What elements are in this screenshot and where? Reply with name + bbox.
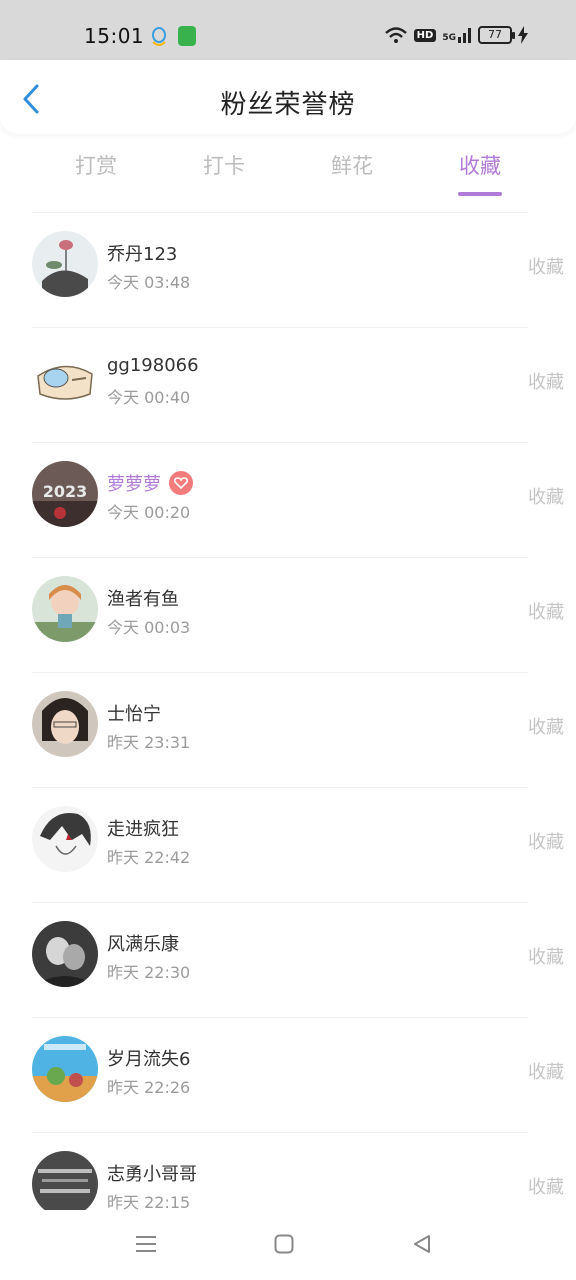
fan-name: 萝萝萝 <box>107 474 161 495</box>
fan-list-item[interactable]: 岁月流失6 昨天 22:26 收藏 <box>32 1017 564 1132</box>
fan-list: 乔丹123 今天 03:48 收藏 gg198066 今天 00:40 收藏 2… <box>0 212 576 1247</box>
fan-name: 走进疯狂 <box>107 819 179 840</box>
tab-favorites-label: 收藏 <box>459 154 501 178</box>
fan-action-label: 收藏 <box>528 372 564 393</box>
avatar[interactable] <box>32 346 98 412</box>
status-bar: 15:01 HD 5G 77 <box>0 0 576 60</box>
avatar[interactable] <box>32 1036 98 1102</box>
page-title: 粉丝荣誉榜 <box>220 90 356 120</box>
qq-notification-icon <box>152 27 166 46</box>
home-square-icon <box>274 1234 294 1254</box>
fan-list-item[interactable]: 渔者有鱼 今天 00:03 收藏 <box>32 557 564 672</box>
fan-time: 今天 00:40 <box>107 388 191 407</box>
menu-button[interactable] <box>126 1228 166 1260</box>
tab-tips[interactable]: 打赏 <box>56 150 136 180</box>
fan-action-label: 收藏 <box>528 1177 564 1198</box>
header: 粉丝荣誉榜 <box>0 60 576 134</box>
avatar[interactable]: 2023 <box>32 461 98 527</box>
active-tab-indicator <box>458 192 502 196</box>
tab-bar: 打赏 打卡 鲜花 收藏 <box>32 144 544 200</box>
fan-list-item[interactable]: 风满乐康 昨天 22:30 收藏 <box>32 902 564 1017</box>
avatar[interactable] <box>32 231 98 297</box>
tab-checkin[interactable]: 打卡 <box>184 150 264 180</box>
tab-flowers[interactable]: 鲜花 <box>312 150 392 180</box>
tab-favorites[interactable]: 收藏 <box>440 150 520 196</box>
fan-name: gg198066 <box>107 355 199 376</box>
fan-time: 昨天 22:30 <box>107 963 191 982</box>
system-nav-bar <box>0 1210 576 1280</box>
fan-action-label: 收藏 <box>528 487 564 508</box>
fan-name-row: gg198066 <box>107 355 199 376</box>
fan-time: 昨天 22:26 <box>107 1078 191 1097</box>
fan-list-item[interactable]: 走进疯狂 昨天 22:42 收藏 <box>32 787 564 902</box>
fan-name: 渔者有鱼 <box>107 589 179 610</box>
status-time: 15:01 <box>84 24 145 48</box>
fan-name: 岁月流失6 <box>107 1049 191 1070</box>
fan-time: 昨天 23:31 <box>107 733 191 752</box>
fan-list-item[interactable]: 士怡宁 昨天 23:31 收藏 <box>32 672 564 787</box>
fan-name: 风满乐康 <box>107 934 179 955</box>
fan-list-item[interactable]: 乔丹123 今天 03:48 收藏 <box>32 212 564 327</box>
fan-list-item[interactable]: 2023 萝萝萝 今天 00:20 收藏 <box>32 442 564 557</box>
avatar[interactable] <box>32 921 98 987</box>
fan-name-row: 志勇小哥哥 <box>107 1160 197 1186</box>
fan-name-row: 萝萝萝 <box>107 470 193 496</box>
battery-icon: 77 <box>478 26 515 44</box>
fan-action-label: 收藏 <box>528 832 564 853</box>
fan-time: 今天 00:20 <box>107 503 191 522</box>
fan-action-label: 收藏 <box>528 1062 564 1083</box>
network-type: 5G <box>442 33 456 43</box>
fan-list-item[interactable]: gg198066 今天 00:40 收藏 <box>32 327 564 442</box>
charging-icon <box>518 26 528 44</box>
fan-time: 今天 00:03 <box>107 618 191 637</box>
menu-icon <box>136 1236 156 1252</box>
fan-name-row: 乔丹123 <box>107 240 177 266</box>
fan-name-row: 渔者有鱼 <box>107 585 179 611</box>
app-notification-icon <box>178 26 196 46</box>
fan-time: 今天 03:48 <box>107 273 191 292</box>
vip-heart-badge-icon <box>169 471 193 495</box>
fan-name-row: 风满乐康 <box>107 930 179 956</box>
fan-action-label: 收藏 <box>528 257 564 278</box>
svg-text:2023: 2023 <box>43 482 88 501</box>
avatar[interactable] <box>32 576 98 642</box>
avatar[interactable] <box>32 1151 98 1217</box>
avatar[interactable] <box>32 691 98 757</box>
fan-action-label: 收藏 <box>528 717 564 738</box>
status-indicators: HD 5G 77 <box>384 26 528 44</box>
fan-name-row: 岁月流失6 <box>107 1045 190 1071</box>
home-button[interactable] <box>264 1228 304 1260</box>
fan-time: 昨天 22:42 <box>107 848 191 867</box>
hd-badge: HD <box>413 28 437 42</box>
fan-name: 志勇小哥哥 <box>107 1164 197 1185</box>
fan-action-label: 收藏 <box>528 602 564 623</box>
back-triangle-icon <box>414 1235 430 1253</box>
back-nav-button[interactable] <box>402 1228 442 1260</box>
fan-name-row: 士怡宁 <box>107 700 161 726</box>
battery-level: 77 <box>488 28 502 41</box>
wifi-icon <box>384 27 407 43</box>
fan-name: 士怡宁 <box>107 704 161 725</box>
fan-name: 乔丹123 <box>107 244 178 265</box>
cellular-signal-icon: 5G <box>442 27 472 43</box>
avatar[interactable] <box>32 806 98 872</box>
fan-name-row: 走进疯狂 <box>107 815 179 841</box>
fan-action-label: 收藏 <box>528 947 564 968</box>
